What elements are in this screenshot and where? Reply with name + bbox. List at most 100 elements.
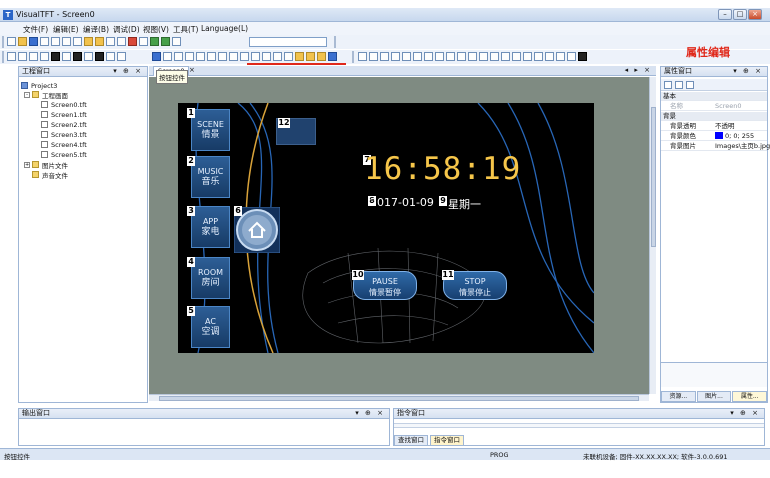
menu-edit[interactable]: 编辑(E) (53, 24, 79, 35)
menu-view[interactable]: 视图(V) (143, 24, 169, 35)
save-all-icon[interactable] (40, 37, 49, 46)
same-size-icon[interactable] (446, 52, 455, 61)
panel-controls[interactable]: ▾ ⊕ × (355, 409, 385, 418)
rectangle-icon[interactable] (40, 52, 49, 61)
app-button[interactable]: APP 家电 (191, 206, 230, 248)
menu-language[interactable]: Language(L) (201, 24, 248, 33)
paste-icon[interactable] (73, 37, 82, 46)
date-display[interactable]: 2017-01-09 (370, 196, 434, 209)
align-top-icon[interactable] (380, 52, 389, 61)
toolbar-grip[interactable] (334, 36, 336, 48)
tree-item-screen1[interactable]: Screen1.tft (41, 110, 87, 119)
grid-icon[interactable] (95, 37, 104, 46)
layer-icon[interactable] (578, 52, 587, 61)
tree-item-screens-folder[interactable]: - 工程画面 (24, 90, 68, 100)
save-icon[interactable] (29, 37, 38, 46)
close-button[interactable]: × (748, 9, 762, 20)
fill-icon[interactable] (317, 52, 326, 61)
property-bg-image[interactable]: 背景图片 Images\主页b.jpg (661, 142, 770, 151)
button-widget-icon[interactable] (152, 52, 161, 61)
property-group-basic[interactable]: 基本 (661, 92, 767, 101)
meter-widget-icon[interactable] (229, 52, 238, 61)
screen-preview[interactable]: 12 SCENE 情景 1 MUSIC 音乐 2 APP 家电 3 ROOM 房… (178, 103, 594, 353)
brush-icon[interactable] (306, 52, 315, 61)
room-button[interactable]: ROOM 房间 (191, 257, 230, 299)
redo-icon[interactable] (117, 37, 126, 46)
fit-icon[interactable] (567, 52, 576, 61)
icon-widget-icon[interactable] (251, 52, 260, 61)
menu-build[interactable]: 编译(B) (83, 24, 109, 35)
filled-ellipse-icon[interactable] (95, 52, 104, 61)
clock-widget-icon[interactable] (185, 52, 194, 61)
scroll-thumb[interactable] (159, 396, 639, 401)
tree-item-screen2[interactable]: Screen2.tft (41, 120, 87, 129)
circle-icon[interactable] (62, 52, 71, 61)
ungroup-icon[interactable] (534, 52, 543, 61)
panel-controls[interactable]: ▾ ⊕ × (730, 409, 760, 418)
text-icon[interactable] (106, 52, 115, 61)
property-pages-icon[interactable] (686, 81, 694, 89)
menu-debug[interactable]: 调试(D) (113, 24, 140, 35)
download-icon[interactable] (172, 37, 181, 46)
property-group-background[interactable]: 背景 (661, 112, 767, 121)
toolbar-grip[interactable] (352, 51, 354, 63)
text-widget-icon[interactable] (163, 52, 172, 61)
canvas-horizontal-scrollbar[interactable] (149, 394, 649, 401)
minimize-button[interactable]: – (718, 9, 732, 20)
menu-tools[interactable]: 工具(T) (173, 24, 198, 35)
panel-controls[interactable]: ▾ ⊕ × (113, 67, 143, 76)
same-height-icon[interactable] (435, 52, 444, 61)
tree-item-screen5[interactable]: Screen5.tft (41, 150, 87, 159)
property-name[interactable]: 名称 Screen0 (661, 102, 767, 111)
property-bg-transparency[interactable]: 背景透明 不透明 (661, 122, 767, 131)
tab-commands[interactable]: 指令窗口 (430, 435, 464, 446)
open-folder-icon[interactable] (18, 37, 27, 46)
zoom-out-icon[interactable] (556, 52, 565, 61)
same-width-icon[interactable] (424, 52, 433, 61)
search-icon[interactable] (139, 37, 148, 46)
progress-widget-icon[interactable] (207, 52, 216, 61)
tab-images[interactable]: 图片... (696, 391, 732, 402)
filled-circle-icon[interactable] (73, 52, 82, 61)
align-bottom-icon[interactable] (391, 52, 400, 61)
space-horizontal-icon[interactable] (457, 52, 466, 61)
close-tab-icon[interactable]: × (189, 66, 195, 74)
filled-rectangle-icon[interactable] (51, 52, 60, 61)
center-horizontal-icon[interactable] (479, 52, 488, 61)
document-nav-controls[interactable]: ◂ ▸ × (625, 66, 652, 74)
image-icon[interactable] (117, 52, 126, 61)
toolbar-grip[interactable] (2, 51, 4, 63)
chart-widget-icon[interactable] (240, 52, 249, 61)
tree-item-sounds-folder[interactable]: 声音文件 (32, 170, 68, 180)
align-right-icon[interactable] (369, 52, 378, 61)
send-back-icon[interactable] (512, 52, 521, 61)
tree-item-screen4[interactable]: Screen4.tft (41, 140, 87, 149)
ellipse-icon[interactable] (84, 52, 93, 61)
ac-button[interactable]: AC 空调 (191, 306, 230, 348)
space-vertical-icon[interactable] (468, 52, 477, 61)
align-middle-icon[interactable] (413, 52, 422, 61)
tree-item-screen0[interactable]: Screen0.tft (41, 100, 87, 109)
tab-resources[interactable]: 资源... (661, 391, 696, 402)
build-icon[interactable] (150, 37, 159, 46)
animation-widget-icon[interactable] (262, 52, 271, 61)
menu-file[interactable]: 文件(F) (23, 24, 48, 35)
tab-find[interactable]: 查找窗口 (394, 435, 428, 446)
align-center-icon[interactable] (402, 52, 411, 61)
collapse-icon[interactable]: - (24, 91, 30, 98)
slider-widget-icon[interactable] (218, 52, 227, 61)
categorized-icon[interactable] (664, 81, 672, 89)
run-icon[interactable] (161, 37, 170, 46)
tab-properties[interactable]: 属性... (732, 391, 768, 402)
lock-icon[interactable] (84, 37, 93, 46)
toolbar-grip[interactable] (2, 36, 4, 48)
color-swatch[interactable] (715, 132, 723, 139)
cut-icon[interactable] (51, 37, 60, 46)
center-vertical-icon[interactable] (490, 52, 499, 61)
tree-item-images-folder[interactable]: + 图片文件 (24, 160, 68, 170)
undo-icon[interactable] (106, 37, 115, 46)
polyline-icon[interactable] (29, 52, 38, 61)
weekday-display[interactable]: 星期一 (448, 196, 481, 212)
property-bg-color[interactable]: 背景颜色 0; 0; 255 (661, 132, 767, 141)
tree-item-screen3[interactable]: Screen3.tft (41, 130, 87, 139)
